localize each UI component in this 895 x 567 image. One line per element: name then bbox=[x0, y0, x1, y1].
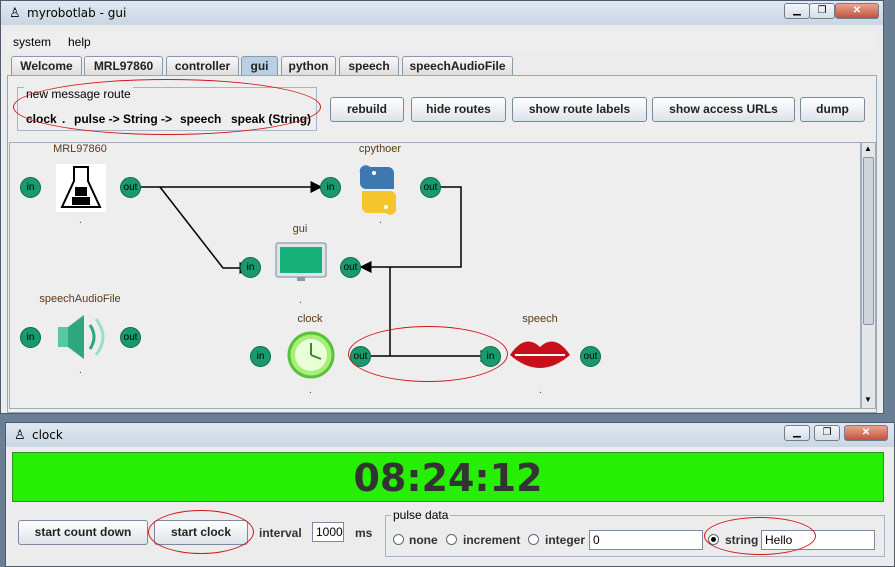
start-count-down-button[interactable]: start count down bbox=[18, 520, 148, 545]
mrl-dot: . bbox=[79, 215, 82, 226]
monitor-icon bbox=[275, 242, 327, 281]
annotation-circle bbox=[148, 510, 254, 554]
tab-python[interactable]: python bbox=[281, 56, 336, 75]
annotation-circle bbox=[704, 517, 816, 555]
show-route-labels-button[interactable]: show route labels bbox=[512, 97, 647, 122]
close-button[interactable]: ✕ bbox=[844, 425, 888, 441]
menu-help[interactable]: help bbox=[68, 35, 91, 49]
service-graph-canvas[interactable]: MRL97860 in out . cpythoer in out . gui … bbox=[9, 142, 861, 409]
speech-dot: . bbox=[539, 385, 542, 396]
lips-icon bbox=[510, 341, 570, 368]
window-title: myrobotlab - gui bbox=[27, 6, 127, 20]
clock-window-title: clock bbox=[32, 428, 63, 442]
robot-icon: ♙ bbox=[14, 427, 26, 442]
dump-button[interactable]: dump bbox=[800, 97, 865, 122]
pulse-none-radio[interactable] bbox=[393, 534, 404, 545]
minimize-button[interactable]: ▁ bbox=[784, 3, 810, 19]
tab-speechaudiofile[interactable]: speechAudioFile bbox=[402, 56, 513, 75]
scroll-down-icon[interactable]: ▼ bbox=[864, 395, 872, 404]
show-access-urls-button[interactable]: show access URLs bbox=[652, 97, 795, 122]
mrl-in-port[interactable]: in bbox=[20, 177, 41, 198]
pulse-increment-radio[interactable] bbox=[446, 534, 457, 545]
speaker-icon bbox=[58, 315, 105, 359]
main-titlebar[interactable]: ♙ myrobotlab - gui ▁ ❐ ✕ bbox=[1, 1, 883, 25]
clock-icon bbox=[287, 331, 335, 379]
tab-mrl97860[interactable]: MRL97860 bbox=[84, 56, 163, 75]
main-window: ♙ myrobotlab - gui ▁ ❐ ✕ system help Wel… bbox=[0, 0, 884, 414]
close-button[interactable]: ✕ bbox=[835, 3, 879, 19]
clock-in-port[interactable]: in bbox=[250, 346, 271, 367]
restore-button[interactable]: ❐ bbox=[809, 3, 835, 19]
clock-titlebar[interactable]: ♙ clock ▁ ❐ ✕ bbox=[6, 423, 894, 447]
tab-welcome[interactable]: Welcome bbox=[11, 56, 82, 75]
rebuild-button[interactable]: rebuild bbox=[330, 97, 404, 122]
service-label-clock: clock bbox=[297, 313, 323, 325]
python-logo-icon bbox=[359, 165, 397, 215]
robot-flask-icon bbox=[56, 164, 106, 212]
speechaudiofile-dot: . bbox=[79, 365, 82, 376]
restore-button[interactable]: ❐ bbox=[814, 425, 840, 441]
controller-dot: . bbox=[379, 215, 382, 226]
tab-controller[interactable]: controller bbox=[166, 56, 239, 75]
service-label-controller: cpythoer bbox=[358, 143, 402, 155]
hide-routes-button[interactable]: hide routes bbox=[411, 97, 506, 122]
gui-in-port[interactable]: in bbox=[240, 257, 261, 278]
integer-value-input[interactable]: 0 bbox=[589, 530, 703, 550]
service-label-mrl97860: MRL97860 bbox=[53, 143, 107, 155]
tab-gui[interactable]: gui bbox=[241, 56, 278, 75]
scroll-up-icon[interactable]: ▲ bbox=[864, 144, 872, 153]
pulse-integer-radio[interactable] bbox=[528, 534, 539, 545]
pulse-data-legend: pulse data bbox=[391, 508, 451, 522]
speechaudiofile-in-port[interactable]: in bbox=[20, 327, 41, 348]
speechaudiofile-out-port[interactable]: out bbox=[120, 327, 141, 348]
mrl-out-port[interactable]: out bbox=[120, 177, 141, 198]
route-line bbox=[159, 186, 252, 274]
service-label-speechaudiofile: speechAudioFile bbox=[39, 293, 121, 305]
gui-out-port[interactable]: out bbox=[340, 257, 361, 278]
menu-system[interactable]: system bbox=[13, 35, 51, 49]
scroll-thumb[interactable] bbox=[863, 157, 874, 325]
pulse-none-label[interactable]: none bbox=[409, 533, 438, 547]
controller-out-port[interactable]: out bbox=[420, 177, 441, 198]
tab-speech[interactable]: speech bbox=[339, 56, 399, 75]
annotation-circle bbox=[348, 326, 508, 382]
interval-label: interval bbox=[259, 526, 302, 540]
pulse-integer-label[interactable]: integer bbox=[545, 533, 585, 547]
service-label-gui: gui bbox=[292, 223, 308, 235]
controller-in-port[interactable]: in bbox=[320, 177, 341, 198]
gui-dot: . bbox=[299, 295, 302, 306]
menubar: system help bbox=[7, 31, 877, 53]
robot-icon: ♙ bbox=[9, 5, 21, 20]
clock-time-display: 08:24:12 bbox=[12, 452, 884, 502]
speech-out-port[interactable]: out bbox=[580, 346, 601, 367]
service-label-speech: speech bbox=[522, 313, 558, 325]
interval-input[interactable]: 1000 bbox=[312, 522, 344, 542]
vertical-scrollbar[interactable]: ▲ ▼ bbox=[861, 142, 876, 409]
minimize-button[interactable]: ▁ bbox=[784, 425, 810, 441]
ms-label: ms bbox=[355, 526, 373, 540]
clock-dot: . bbox=[309, 385, 312, 396]
annotation-circle bbox=[13, 79, 321, 135]
pulse-increment-label[interactable]: increment bbox=[463, 533, 520, 547]
